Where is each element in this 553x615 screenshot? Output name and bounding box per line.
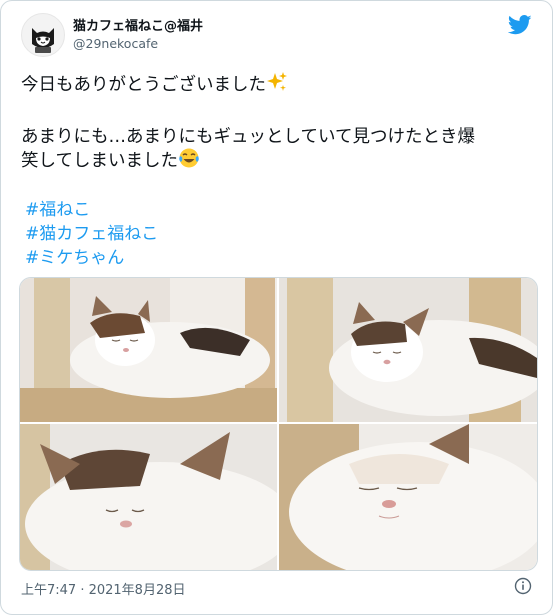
twitter-bird-icon[interactable] [508, 15, 532, 35]
media-grid [19, 277, 538, 571]
cat-photo-3[interactable] [20, 424, 277, 570]
hashtag-link[interactable]: #猫カフェ福ねこ [25, 219, 158, 244]
hashtag-link[interactable]: #福ねこ [25, 195, 90, 220]
tweet-text-line1: 今日もありがとうございました [21, 71, 288, 96]
avatar[interactable] [21, 13, 65, 57]
tweet-card: 猫カフェ福ねこ@福井 @29nekocafe 今日もありがとうございました あま… [0, 0, 553, 615]
info-icon[interactable] [514, 577, 532, 595]
cat-photo-2[interactable] [279, 278, 537, 422]
tweet-text: 笑してしまいました [21, 151, 178, 171]
tweet-text-line3: 笑してしまいました [21, 147, 200, 172]
tweet-timestamp[interactable]: 上午7:47 · 2021年8月28日 [21, 579, 186, 598]
tweet-text: 今日もありがとうございました [21, 75, 266, 95]
hashtag-link[interactable]: #ミケちゃん [25, 243, 124, 268]
author-display-name[interactable]: 猫カフェ福ねこ@福井 [73, 15, 203, 34]
tweet-text-line2: あまりにも…あまりにもギュッとしていて見つけたとき爆 [21, 127, 475, 147]
face-with-tears-of-joy-icon [179, 148, 199, 168]
author-handle[interactable]: @29nekocafe [73, 36, 158, 51]
cat-photo-4[interactable] [279, 424, 537, 570]
cat-photo-1[interactable] [20, 278, 277, 422]
sparkles-icon [267, 72, 287, 91]
